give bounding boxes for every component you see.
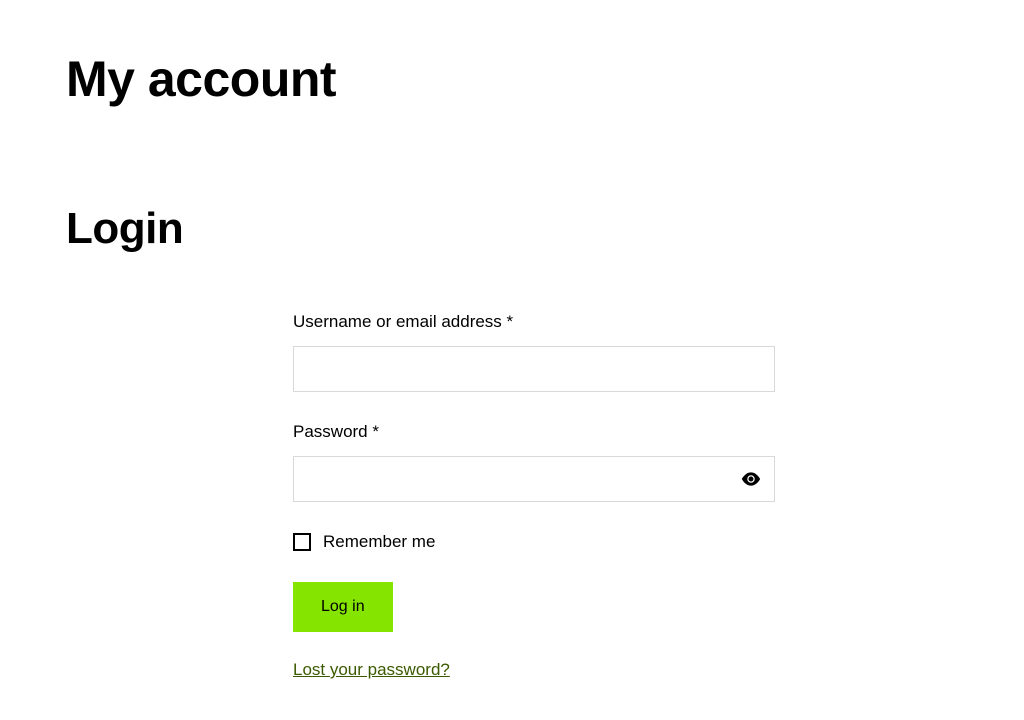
username-label: Username or email address * <box>293 312 775 332</box>
eye-icon <box>741 472 761 486</box>
show-password-button[interactable] <box>737 465 765 493</box>
password-input[interactable] <box>293 456 775 502</box>
page-title: My account <box>66 50 1024 108</box>
login-form: Username or email address * Password * R… <box>293 312 775 680</box>
password-label-text: Password <box>293 422 372 441</box>
username-field-block: Username or email address * <box>293 312 775 392</box>
required-mark: * <box>507 312 514 331</box>
remember-me-row: Remember me <box>293 532 775 552</box>
login-button[interactable]: Log in <box>293 582 393 632</box>
login-heading: Login <box>66 204 1024 254</box>
password-input-wrap <box>293 456 775 502</box>
password-field-block: Password * <box>293 422 775 502</box>
lost-password-link[interactable]: Lost your password? <box>293 660 450 680</box>
password-label: Password * <box>293 422 775 442</box>
username-label-text: Username or email address <box>293 312 507 331</box>
remember-me-label: Remember me <box>323 532 435 552</box>
required-mark: * <box>372 422 379 441</box>
username-input[interactable] <box>293 346 775 392</box>
remember-me-checkbox[interactable] <box>293 533 311 551</box>
